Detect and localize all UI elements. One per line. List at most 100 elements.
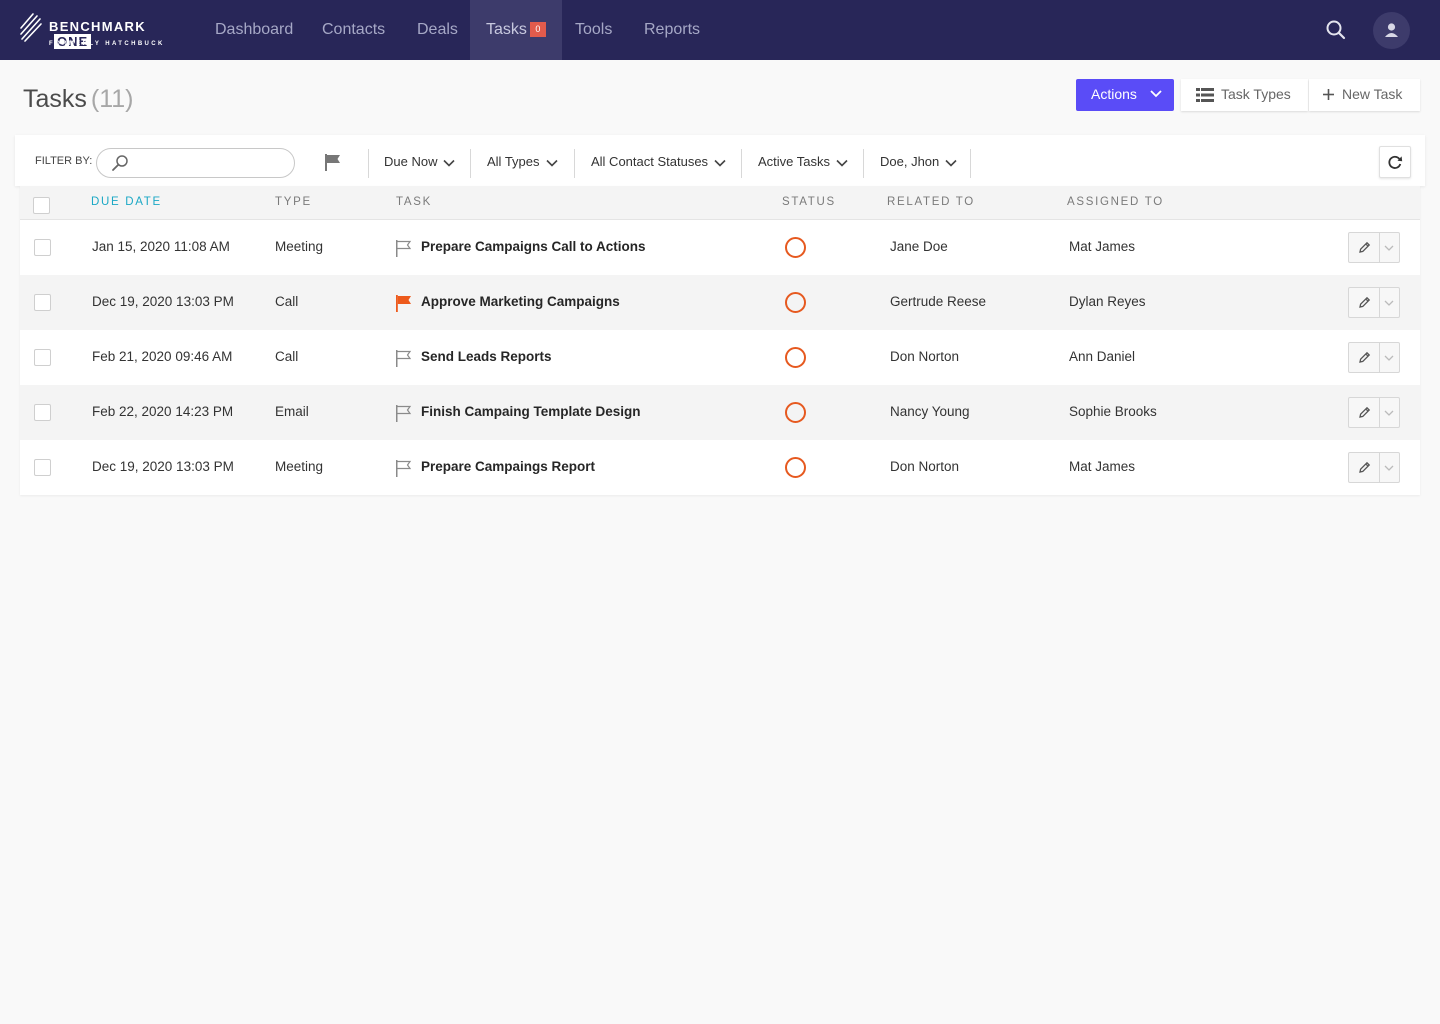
flag-icon[interactable] [396,405,412,427]
pencil-icon [1359,461,1371,473]
user-avatar[interactable] [1373,12,1410,49]
task-name-link[interactable]: Prepare Campaings Report [421,459,595,474]
due-date-cell: Feb 21, 2020 09:46 AM [92,349,233,364]
filter-divider [741,149,742,178]
row-checkbox[interactable] [34,294,51,311]
row-checkbox[interactable] [34,349,51,366]
table-row[interactable]: Feb 21, 2020 09:46 AM Call Send Leads Repo… [20,330,1420,385]
assigned-to-cell: Sophie Brooks [1069,404,1157,419]
column-header-status[interactable]: STATUS [782,196,836,208]
chevron-down-icon [1384,300,1394,306]
flag-icon[interactable] [396,460,412,482]
task-state-filter-dropdown[interactable]: Active Tasks [758,154,848,169]
row-checkbox[interactable] [34,459,51,476]
column-header-related-to[interactable]: RELATED TO [887,196,975,208]
due-filter-value: Due Now [384,154,438,169]
due-filter-dropdown[interactable]: Due Now [384,154,456,169]
chevron-down-icon [1384,355,1394,361]
column-header-assigned-to[interactable]: ASSIGNED TO [1067,196,1164,208]
edit-task-button[interactable] [1349,398,1380,427]
type-cell: Email [275,404,309,419]
search-icon[interactable] [1325,19,1347,41]
task-name-link[interactable]: Send Leads Reports [421,349,552,364]
assignee-filter-dropdown[interactable]: Doe, Jhon [880,154,957,169]
flag-icon[interactable] [396,240,412,262]
nav-tools[interactable]: Tools [575,0,612,60]
list-icon [1196,88,1214,102]
logo-stripes-icon [20,13,42,42]
related-to-link[interactable]: Nancy Young [890,404,970,419]
type-filter-dropdown[interactable]: All Types [487,154,558,169]
status-indicator[interactable] [785,237,806,258]
type-cell: Meeting [275,239,324,254]
task-name-link[interactable]: Finish Campaing Template Design [421,404,641,419]
related-to-link[interactable]: Don Norton [890,349,959,364]
row-checkbox[interactable] [34,404,51,421]
edit-task-button[interactable] [1349,343,1380,372]
related-to-link[interactable]: Jane Doe [890,239,948,254]
benchmark-one-logo[interactable]: BENCHMARKONE FORMERLY HATCHBUCK [19,10,184,50]
type-filter-value: All Types [487,154,540,169]
select-all-checkbox[interactable] [33,197,50,214]
status-indicator[interactable] [785,457,806,478]
status-indicator[interactable] [785,347,806,368]
nav-dashboard[interactable]: Dashboard [215,0,293,60]
chevron-down-icon [1384,465,1394,471]
row-more-dropdown[interactable] [1380,398,1399,427]
filter-search-input[interactable] [96,148,295,178]
table-row[interactable]: Jan 15, 2020 11:08 AM Meeting Prepare Camp… [20,220,1420,275]
edit-task-button[interactable] [1349,233,1380,262]
task-name-link[interactable]: Approve Marketing Campaigns [421,294,620,309]
due-date-cell: Jan 15, 2020 11:08 AM [92,239,230,254]
filter-divider [863,149,864,178]
column-header-due-date[interactable]: DUE DATE [91,196,162,208]
nav-contacts[interactable]: Contacts [322,0,385,60]
pencil-icon [1359,351,1371,363]
filter-divider [970,149,971,178]
chevron-down-icon [1384,410,1394,416]
due-date-cell: Dec 19, 2020 13:03 PM [92,294,234,309]
status-indicator[interactable] [785,292,806,313]
refresh-button[interactable] [1379,146,1411,178]
flag-icon[interactable] [396,295,412,317]
table-row[interactable]: Dec 19, 2020 13:03 PM Call Approve Marketi… [20,275,1420,330]
related-to-link[interactable]: Gertrude Reese [890,294,986,309]
nav-tasks-label: Tasks [486,21,527,38]
row-more-dropdown[interactable] [1380,343,1399,372]
related-to-link[interactable]: Don Norton [890,459,959,474]
status-indicator[interactable] [785,402,806,423]
assigned-to-cell: Dylan Reyes [1069,294,1146,309]
chevron-down-icon [1384,245,1394,251]
row-checkbox[interactable] [34,239,51,256]
task-name-link[interactable]: Prepare Campaigns Call to Actions [421,239,646,254]
nav-reports[interactable]: Reports [644,0,700,60]
column-header-task[interactable]: TASK [396,196,432,208]
table-row[interactable]: Dec 19, 2020 13:03 PM Meeting Prepare Camp… [20,440,1420,495]
row-actions-group [1348,232,1400,263]
search-icon [112,155,128,171]
nav-tasks[interactable]: Tasks 0 [470,0,562,60]
table-row[interactable]: Feb 22, 2020 14:23 PM Email Finish Campain… [20,385,1420,440]
assigned-to-cell: Mat James [1069,239,1136,254]
contact-status-filter-dropdown[interactable]: All Contact Statuses [591,154,726,169]
assigned-to-cell: Mat James [1069,459,1136,474]
actions-button[interactable]: Actions [1076,79,1174,111]
task-types-button[interactable]: Task Types [1181,79,1308,111]
flag-filter-icon[interactable] [325,154,341,176]
row-more-dropdown[interactable] [1380,233,1399,262]
actions-label: Actions [1091,86,1137,102]
filter-divider [368,149,369,178]
edit-task-button[interactable] [1349,288,1380,317]
edit-task-button[interactable] [1349,453,1380,482]
row-more-dropdown[interactable] [1380,453,1399,482]
flag-icon[interactable] [396,350,412,372]
pencil-icon [1359,406,1371,418]
nav-deals[interactable]: Deals [417,0,458,60]
assigned-to-cell: Ann Daniel [1069,349,1136,364]
logo-tagline: FORMERLY HATCHBUCK [49,41,165,47]
tasks-count-badge: 0 [529,22,546,37]
column-header-type[interactable]: TYPE [275,196,312,208]
plus-icon [1323,89,1334,100]
row-more-dropdown[interactable] [1380,288,1399,317]
new-task-button[interactable]: New Task [1309,79,1420,111]
